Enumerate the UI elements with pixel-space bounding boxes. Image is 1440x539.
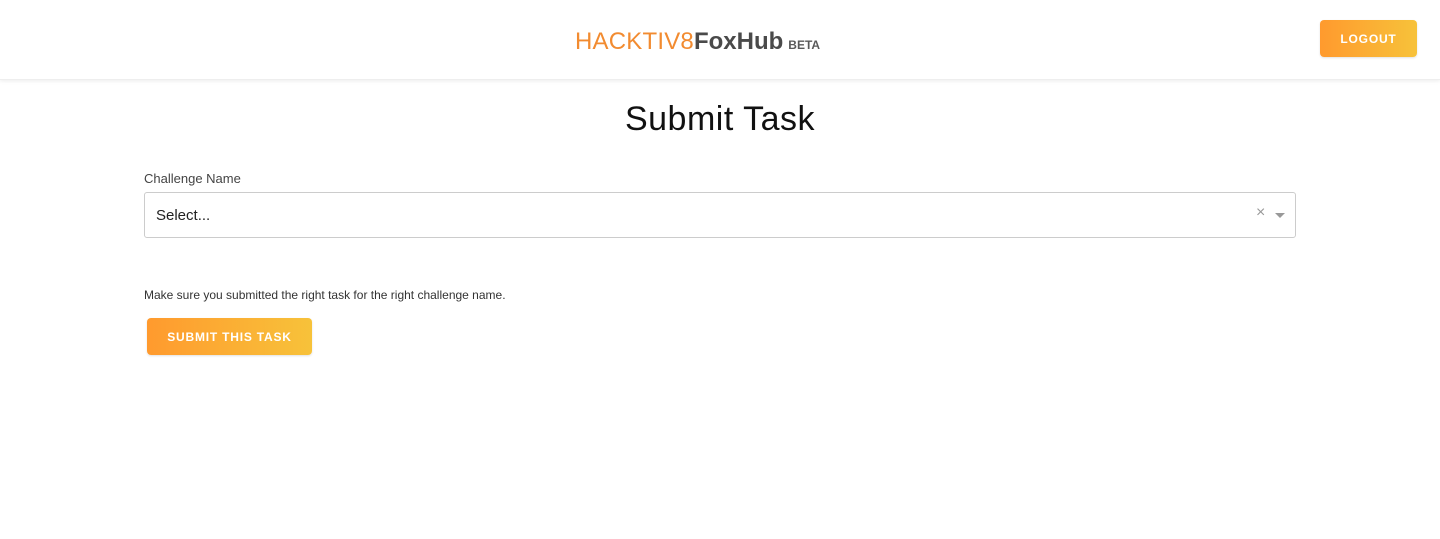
- submit-task-button[interactable]: SUBMIT THIS TASK: [147, 318, 312, 355]
- challenge-name-label: Challenge Name: [144, 171, 241, 186]
- submission-note: Make sure you submitted the right task f…: [144, 288, 506, 302]
- brand-primary-text: HACKTIV8: [575, 28, 694, 55]
- brand-secondary-text: FoxHub: [693, 28, 784, 55]
- chevron-down-icon[interactable]: [1275, 213, 1285, 218]
- page-title: Submit Task: [624, 100, 816, 138]
- beta-badge: BETA: [788, 38, 821, 52]
- close-icon[interactable]: ×: [1256, 205, 1265, 221]
- brand-logo[interactable]: HACKTIV8 FoxHub BETA: [575, 28, 820, 56]
- top-navbar: HACKTIV8 FoxHub BETA LOGOUT: [0, 0, 1440, 80]
- challenge-name-select[interactable]: Select... ×: [144, 192, 1296, 238]
- logout-button[interactable]: LOGOUT: [1320, 20, 1417, 57]
- challenge-select-value: Select...: [156, 207, 211, 224]
